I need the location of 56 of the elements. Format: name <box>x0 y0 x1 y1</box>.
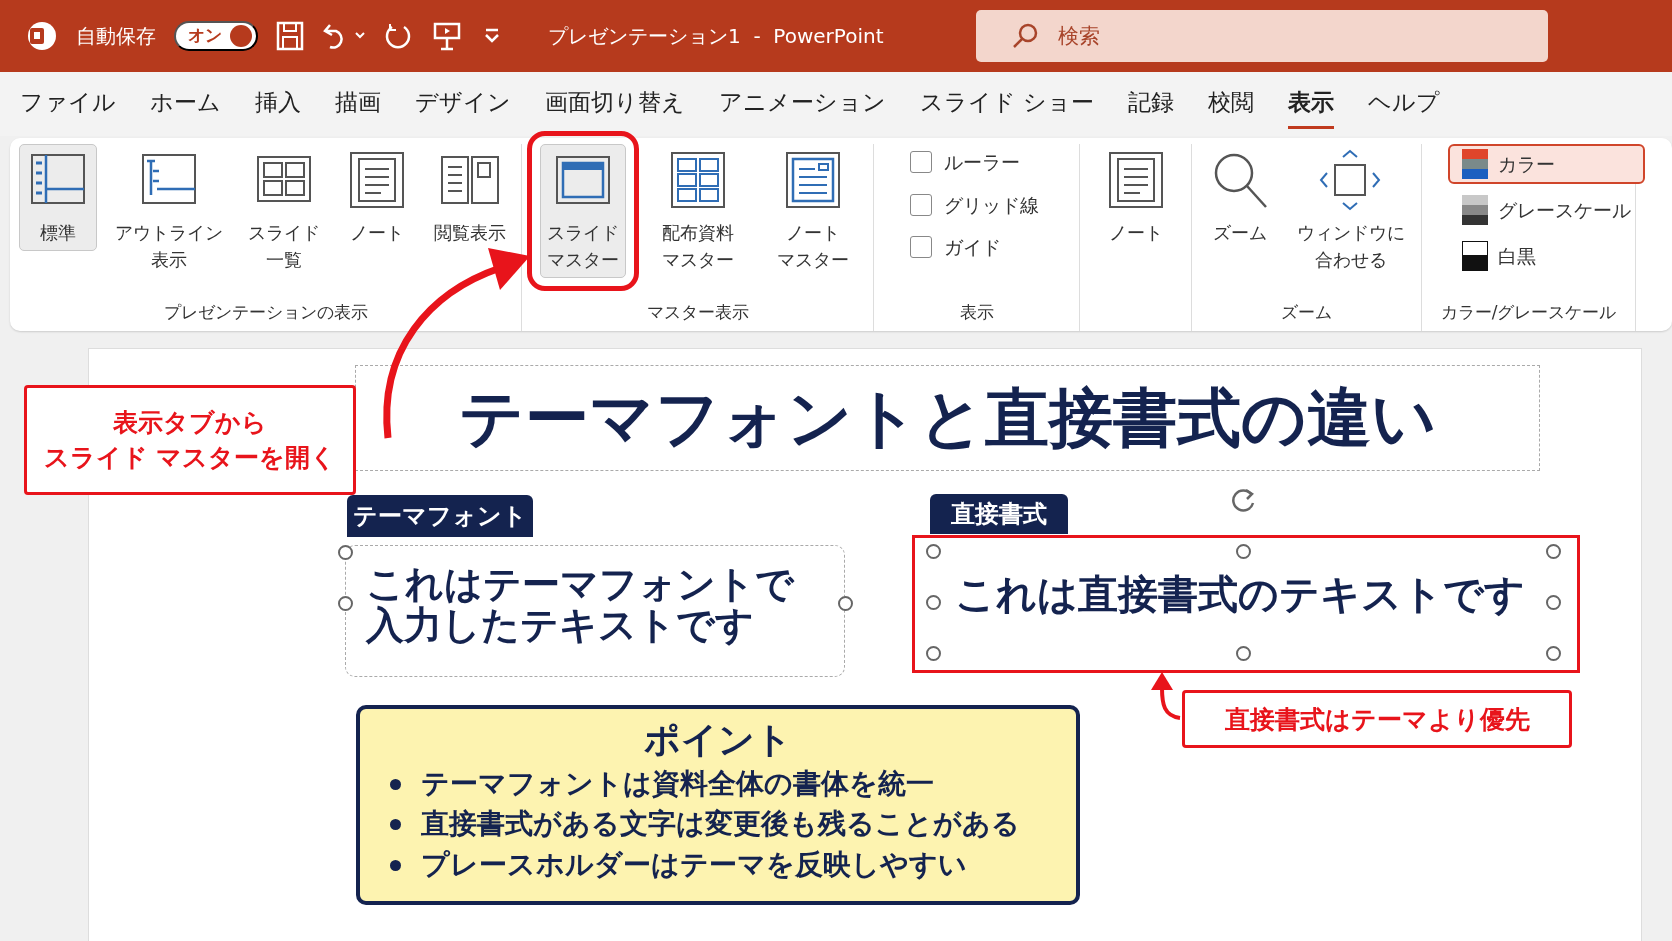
ribbon-button[interactable]: 白黒 <box>1448 236 1645 276</box>
ribbon-tab[interactable]: 表示 <box>1288 79 1335 129</box>
label-tag: 直接書式 <box>930 494 1068 534</box>
group-label: マスター表示 <box>645 300 750 324</box>
autosave-label: 自動保存 <box>76 23 156 50</box>
ribbon-tab[interactable]: 記録 <box>1128 79 1175 129</box>
bullet-text: 直接書式がある文字は変更後も残ることがある <box>421 806 1020 843</box>
ribbon-button[interactable]: グレースケール <box>1448 190 1645 230</box>
group-label: 表示 <box>958 300 995 324</box>
contrast-swatch-icon <box>1462 241 1488 271</box>
striped-swatch-icon <box>1462 149 1488 179</box>
bullet-icon <box>390 859 401 871</box>
ribbon-tab[interactable]: アニメーション <box>719 79 886 129</box>
checkbox[interactable]: グリッド線 <box>900 186 1049 223</box>
ribbon-tab[interactable]: 校閲 <box>1208 79 1255 129</box>
text-box[interactable]: これは直接書式のテキストです <box>933 551 1553 653</box>
bullet-icon <box>390 778 401 790</box>
ribbon-button[interactable]: 閲覧表示 <box>426 144 513 251</box>
group-label: カラー/グレースケール <box>1439 300 1618 324</box>
ribbon-button[interactable]: 配布資料 マスター <box>654 144 741 278</box>
ribbon-button[interactable]: 標準 <box>18 144 97 251</box>
ribbon-button[interactable]: スライド 一覧 <box>240 144 327 278</box>
group-label: プレゼンテーションの表示 <box>162 300 369 324</box>
save-icon[interactable] <box>276 21 304 51</box>
autosave-toggle[interactable]: オン <box>174 21 258 51</box>
ribbon-tab[interactable]: スライド ショー <box>920 79 1095 129</box>
ribbon-tab[interactable]: ヘルプ <box>1368 79 1441 129</box>
gradient-swatch-icon <box>1462 195 1488 225</box>
callout-note: 表示タブから スライド マスターを開く <box>24 385 356 495</box>
ribbon-tab[interactable]: 挿入 <box>255 79 301 129</box>
ribbon-tab[interactable]: 画面切り替え <box>545 79 685 129</box>
ribbon-button[interactable]: ウィンドウに 合わせる <box>1290 144 1413 278</box>
checkbox[interactable]: ガイド <box>900 229 1049 266</box>
search-field[interactable]: 検索 <box>976 10 1548 62</box>
ribbon-tab[interactable]: デザイン <box>415 79 511 129</box>
ribbon-button[interactable]: ズーム <box>1200 144 1279 251</box>
group-label: ズーム <box>1280 300 1333 324</box>
callout-note: 直接書式はテーマより優先 <box>1182 690 1572 748</box>
ribbon-button[interactable]: ノート <box>337 144 416 251</box>
ribbon-button[interactable]: カラー <box>1448 144 1645 184</box>
ribbon-button[interactable]: アウトライン 表示 <box>107 144 230 278</box>
document-title: プレゼンテーション1 - PowerPoint <box>548 23 884 50</box>
point-heading: ポイント <box>643 718 793 762</box>
ribbon-tab[interactable]: ホーム <box>150 79 221 129</box>
bullet-text: プレースホルダーはテーマを反映しやすい <box>421 847 967 883</box>
ribbon-tab[interactable]: 描画 <box>335 79 381 129</box>
presentation-icon[interactable] <box>432 21 462 51</box>
label-tag: テーマフォント <box>347 495 533 537</box>
ribbon-button[interactable]: ノート マスター <box>769 144 856 278</box>
bullet-icon <box>390 819 401 831</box>
app-logo-icon[interactable] <box>26 20 58 52</box>
checkbox[interactable]: ルーラー <box>900 144 1049 181</box>
curved-arrow <box>1151 672 1181 720</box>
ribbon-button[interactable]: ノート <box>1096 144 1175 251</box>
bullet-text: テーマフォントは資料全体の書体を統一 <box>421 765 934 802</box>
ribbon-tab[interactable]: ファイル <box>20 79 116 129</box>
